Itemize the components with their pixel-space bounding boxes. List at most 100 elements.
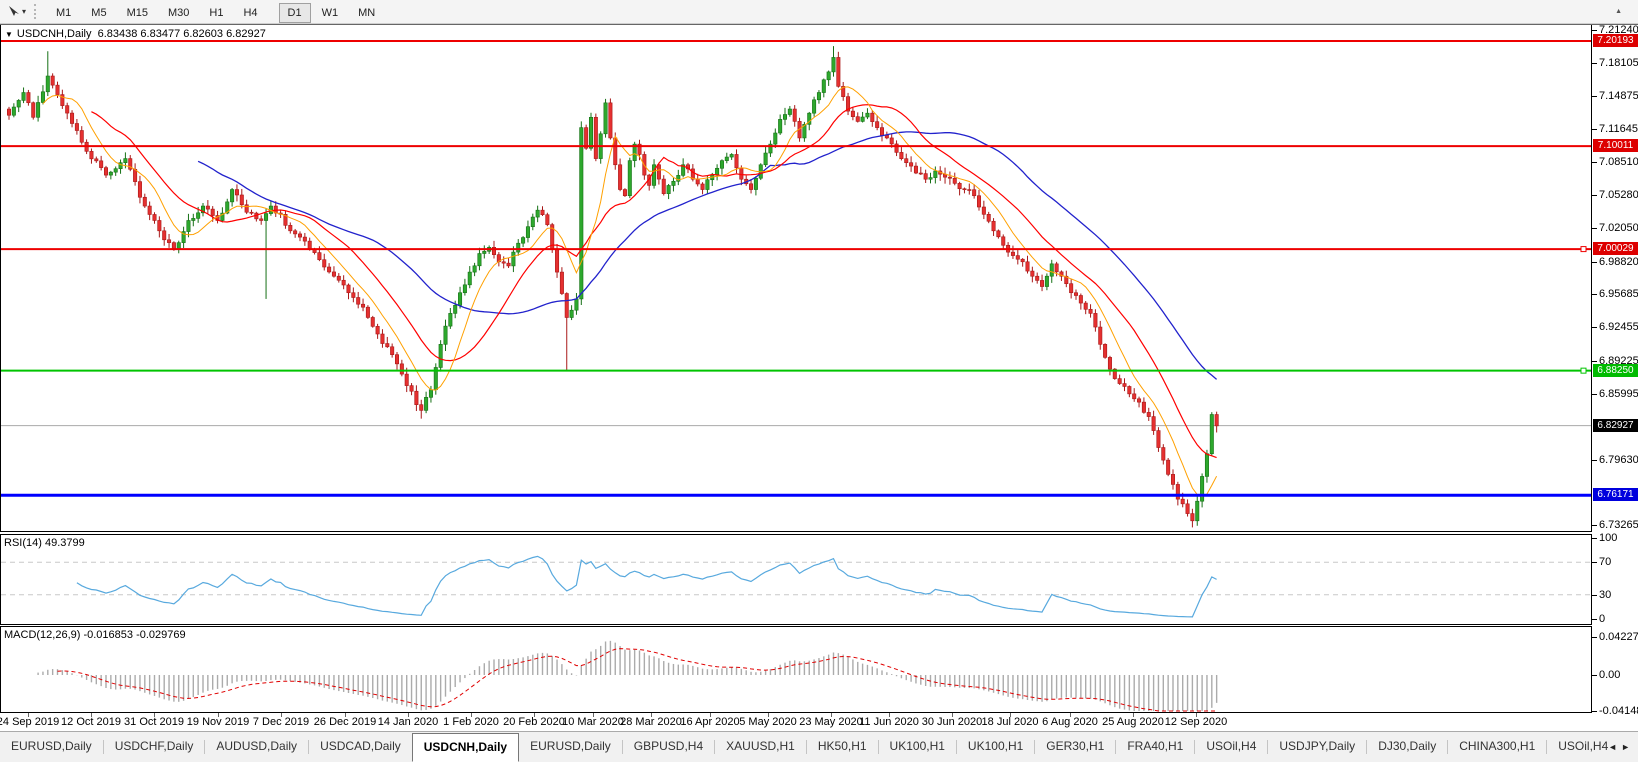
tab-audusd-daily-2[interactable]: AUDUSD,Daily (205, 732, 308, 762)
timeframe-button-m30[interactable]: M30 (159, 3, 198, 23)
date-label: 19 Nov 2019 (187, 716, 249, 728)
tab-usoil-h4-13[interactable]: USOil,H4 (1195, 732, 1267, 762)
price-panel[interactable] (0, 25, 1592, 532)
axis-tickmark (1592, 525, 1597, 526)
axis-tickmark (1592, 538, 1597, 539)
date-label: 30 Jun 2020 (922, 716, 983, 728)
tab-usdcad-daily-3[interactable]: USDCAD,Daily (309, 732, 412, 762)
rsi-label: RSI(14) 49.3799 (4, 537, 85, 549)
time-axis[interactable]: 24 Sep 201912 Oct 201931 Oct 201919 Nov … (0, 713, 1592, 732)
axis-tickmark (1592, 162, 1597, 163)
date-label: 5 May 2020 (739, 716, 796, 728)
tab-usdchf-daily-1[interactable]: USDCHF,Daily (104, 732, 205, 762)
axis-tickmark (1592, 30, 1597, 31)
axis-tick-label: 70 (1599, 556, 1611, 568)
symbol-dropdown-icon[interactable]: ▼ (5, 30, 13, 39)
timeframe-button-mn[interactable]: MN (349, 3, 384, 23)
axis-tick-label: 0.042275 (1599, 631, 1638, 643)
axis-tick-label: 7.08510 (1599, 156, 1638, 168)
tab-gbpusd-h4-6[interactable]: GBPUSD,H4 (623, 732, 714, 762)
timeframe-toolbar: ▾ M1M5M15M30H1H4 D1W1MN ▲ (0, 0, 1638, 24)
timeframe-button-w1[interactable]: W1 (313, 3, 348, 23)
date-label: 7 Dec 2019 (253, 716, 309, 728)
date-label: 26 Dec 2019 (314, 716, 376, 728)
axis-tickmark (1592, 63, 1597, 64)
tab-ger30-h1-11[interactable]: GER30,H1 (1035, 732, 1115, 762)
date-label: 20 Feb 2020 (503, 716, 565, 728)
tab-usdjpy-daily-14[interactable]: USDJPY,Daily (1268, 732, 1366, 762)
date-label: 12 Sep 2020 (1165, 716, 1227, 728)
axis-tick-label: 100 (1599, 532, 1617, 544)
tab-usdcnh-daily-4[interactable]: USDCNH,Daily (412, 733, 519, 762)
tab-scroll-right-icon[interactable]: ► (1621, 742, 1634, 752)
axis-tick-label: 6.92455 (1599, 321, 1638, 333)
date-label: 6 Aug 2020 (1042, 716, 1098, 728)
chart-area: ▼USDCNH,Daily 6.83438 6.83477 6.82603 6.… (0, 24, 1638, 731)
trading-terminal-window: ▾ M1M5M15M30H1H4D1W1MN ▲ ▼USDCNH,Daily 6… (0, 0, 1638, 762)
axis-tick-label: 7.14875 (1599, 90, 1638, 102)
timeframe-button-m1[interactable]: M1 (47, 3, 80, 23)
axis-tickmark (1592, 327, 1597, 328)
rsi-panel[interactable] (0, 534, 1592, 625)
timeframe-button-m15[interactable]: M15 (118, 3, 157, 23)
axis-tickmark (1592, 361, 1597, 362)
macd-panel[interactable] (0, 626, 1592, 713)
macd-label: MACD(12,26,9) -0.016853 -0.029769 (4, 629, 186, 641)
axis-tick-label: -0.04148 (1599, 705, 1638, 717)
tab-xauusd-h1-7[interactable]: XAUUSD,H1 (715, 732, 806, 762)
axis-tickmark (1592, 460, 1597, 461)
tab-china300-h1-16[interactable]: CHINA300,H1 (1448, 732, 1546, 762)
axis-tickmark (1592, 294, 1597, 295)
axis-tick-label: 6.79630 (1599, 454, 1638, 466)
axis-tick-label: 7.18105 (1599, 57, 1638, 69)
rsi-chart[interactable] (1, 535, 1591, 624)
timeframe-button-h4[interactable]: H4 (234, 3, 266, 23)
chart-cursor-tool-icon[interactable]: ▾ (4, 3, 29, 20)
axis-tick-label: 0 (1599, 613, 1605, 625)
tab-uk100-h1-10[interactable]: UK100,H1 (957, 732, 1034, 762)
tab-scroll-left-icon[interactable]: ◄ (1608, 742, 1621, 752)
axis-tick-label: 6.98820 (1599, 256, 1638, 268)
tab-dj30-daily-15[interactable]: DJ30,Daily (1367, 732, 1447, 762)
timeframe-button-d1[interactable]: D1 (279, 3, 311, 23)
date-label: 31 Oct 2019 (124, 716, 184, 728)
toolbar-grip (34, 4, 39, 19)
ma-slow-line (198, 132, 1217, 380)
price-badge-7.00029: 7.00029 (1593, 242, 1638, 255)
tab-scroll-arrows[interactable]: ◄► (1608, 742, 1634, 752)
candlestick-chart[interactable] (1, 25, 1591, 530)
axis-tickmark (1592, 262, 1597, 263)
price-badge-6.82927: 6.82927 (1593, 419, 1638, 432)
date-label: 12 Oct 2019 (61, 716, 121, 728)
timeframe-button-h1[interactable]: H1 (200, 3, 232, 23)
timeframe-button-m5[interactable]: M5 (82, 3, 115, 23)
axis-tickmark (1592, 562, 1597, 563)
tab-hk50-h1-8[interactable]: HK50,H1 (807, 732, 878, 762)
ma-fast-line (43, 87, 1217, 497)
axis-tickmark (1592, 675, 1597, 676)
axis-tickmark (1592, 129, 1597, 130)
axis-tickmark (1592, 637, 1597, 638)
macd-chart[interactable] (1, 627, 1591, 712)
axis-tickmark (1592, 195, 1597, 196)
date-label: 10 Mar 2020 (562, 716, 624, 728)
price-badge-6.76171: 6.76171 (1593, 488, 1638, 501)
date-label: 25 Aug 2020 (1102, 716, 1164, 728)
axis-tick-label: 6.73265 (1599, 519, 1638, 531)
date-label: 23 May 2020 (799, 716, 863, 728)
date-label: 28 Mar 2020 (620, 716, 682, 728)
axis-tickmark (1592, 711, 1597, 712)
tab-uk100-h1-9[interactable]: UK100,H1 (879, 732, 956, 762)
axis-tickmark (1592, 228, 1597, 229)
rsi-line (77, 556, 1217, 617)
scroll-up-icon[interactable]: ▲ (1615, 8, 1622, 15)
axis-tick-label: 0.00 (1599, 669, 1620, 681)
candlesticks[interactable] (7, 46, 1218, 527)
tab-fra40-h1-12[interactable]: FRA40,H1 (1116, 732, 1194, 762)
tab-eurusd-daily-0[interactable]: EURUSD,Daily (0, 732, 103, 762)
axis-tick-label: 6.95685 (1599, 288, 1638, 300)
timeframe-button-group: M1M5M15M30H1H4 D1W1MN (46, 3, 385, 21)
ohlc-quotes: 6.83438 6.83477 6.82603 6.82927 (98, 28, 266, 40)
axis-tickmark (1592, 619, 1597, 620)
tab-eurusd-daily-5[interactable]: EURUSD,Daily (519, 732, 622, 762)
